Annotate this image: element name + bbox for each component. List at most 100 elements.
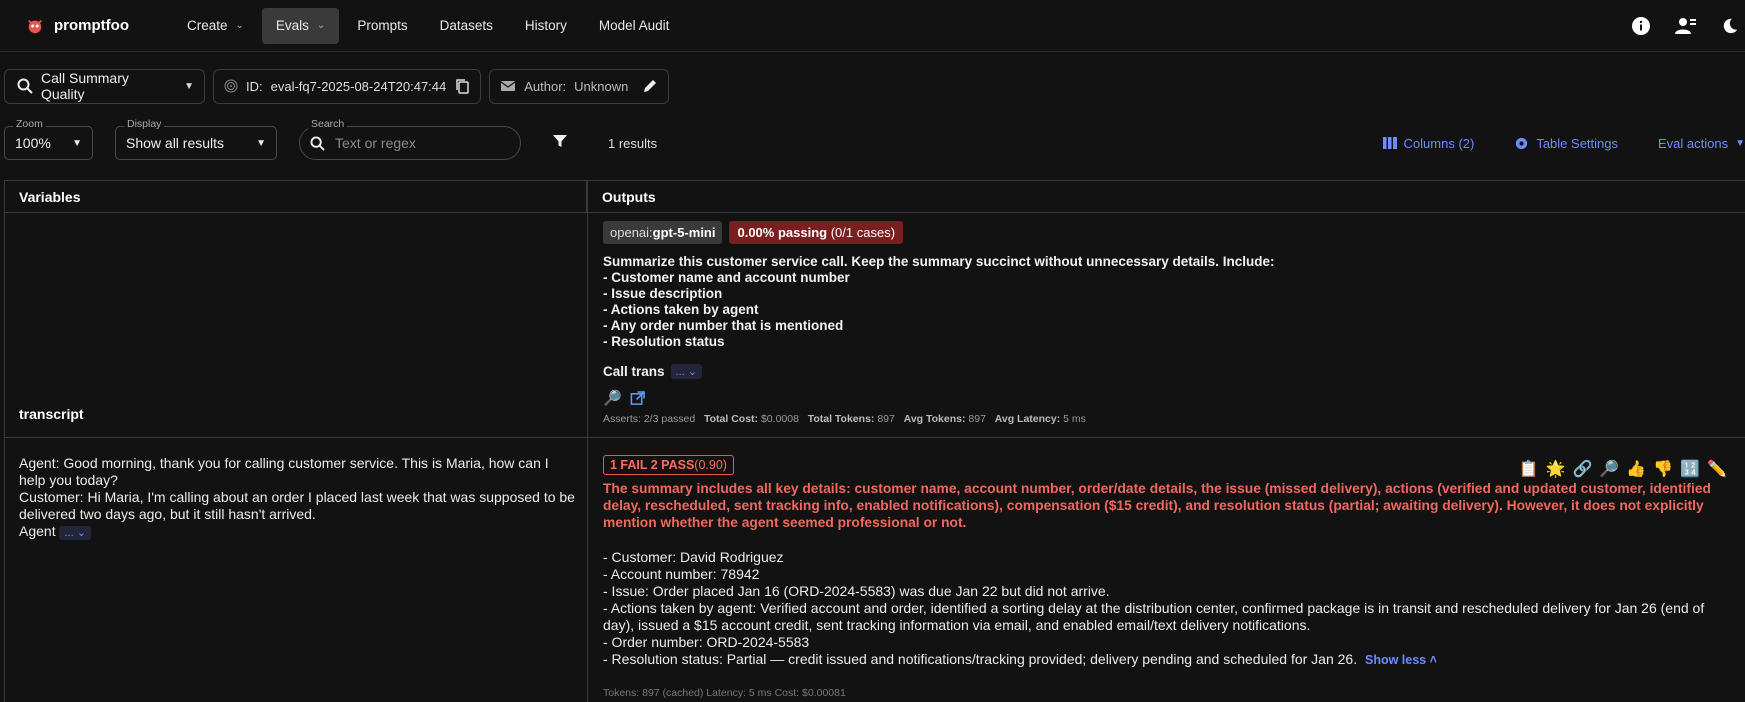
stats-avg-latency: 5 ms [1063, 413, 1086, 425]
prompt-continuation: Call trans ... ⌄ [603, 364, 1725, 379]
nav-model-audit[interactable]: Model Audit [585, 8, 684, 44]
chevron-down-icon: ⌄ [316, 20, 326, 31]
expand-prompt-button[interactable]: ... ⌄ [670, 364, 702, 379]
table-settings-label: Table Settings [1536, 135, 1618, 151]
score-icon[interactable]: 🔢 [1680, 459, 1700, 479]
column-header-outputs[interactable]: Outputs [588, 181, 1745, 213]
provider-prefix: openai: [610, 225, 653, 240]
prompt-text: Summarize this customer service call. Ke… [603, 254, 1275, 349]
provider-model: gpt-5-mini [652, 225, 716, 240]
header-row: transcript openai:gpt-5-mini 0.00% passi… [5, 214, 1745, 438]
nav-evals[interactable]: Evals ⌄ [261, 7, 340, 44]
model-output-text: - Customer: David Rodriguez - Account nu… [603, 549, 1705, 667]
magnifier-icon[interactable]: 🔎 [1599, 459, 1619, 479]
eval-id-value: eval-fq7-2025-08-24T20:47:44 [270, 78, 447, 94]
pencil-icon[interactable]: ✏️ [1707, 459, 1727, 479]
columns-icon [1382, 137, 1397, 149]
stats-tokens: 897 [877, 413, 895, 425]
expand-variable-button[interactable]: ... ⌄ [59, 526, 91, 540]
eval-header-row: Call Summary Quality ▼ ID: eval-fq7-2025… [0, 52, 1745, 120]
columns-label: Columns (2) [1403, 135, 1475, 151]
pass-rate: 0.00% passing [737, 225, 828, 240]
zoom-select[interactable]: Zoom 100% ▼ [4, 118, 93, 160]
zoom-label: Zoom [13, 118, 46, 130]
link-icon[interactable]: 🔗 [1572, 459, 1592, 479]
mail-icon [500, 81, 516, 91]
nav-prompts-label: Prompts [357, 18, 408, 33]
nav-history-label: History [524, 18, 567, 33]
search-icon [310, 135, 325, 151]
dark-mode-icon[interactable] [1721, 17, 1739, 35]
provider-badge: openai:gpt-5-mini [603, 221, 723, 244]
expand-variable-label: ... [64, 527, 74, 539]
eval-selector[interactable]: Call Summary Quality ▼ [4, 68, 205, 104]
stats-cost-label: Total Cost: [703, 413, 759, 425]
table-row: Agent: Good morning, thank you for calli… [5, 439, 1745, 702]
promptfoo-logo-icon [28, 19, 42, 33]
nav-prompts[interactable]: Prompts [343, 8, 421, 44]
fingerprint-icon [224, 79, 238, 93]
nav-model-audit-label: Model Audit [598, 18, 670, 33]
eval-stats: Asserts: 2/3 passed Total Cost: $0.0008 … [603, 413, 1725, 425]
gear-icon [1516, 137, 1528, 149]
nav-datasets[interactable]: Datasets [426, 8, 507, 44]
eval-id-label: ID: [246, 78, 263, 94]
thumbs-down-icon[interactable]: 👎 [1653, 459, 1673, 479]
results-table: Variables Outputs transcript openai:gpt-… [4, 180, 1745, 702]
columns-button[interactable]: Columns (2) [1382, 135, 1475, 151]
top-navbar: promptfoo Create ⌄ Evals ⌄ Prompts Dataset… [0, 0, 1745, 52]
variable-cell: Agent: Good morning, thank you for calli… [19, 455, 575, 542]
author-value: Unknown [574, 78, 629, 94]
show-less-button[interactable]: Show less ˄ [1365, 653, 1437, 667]
search-icon [17, 78, 33, 94]
brand-name: promptfoo [54, 17, 129, 34]
thumbs-up-icon[interactable]: 👍 [1626, 459, 1646, 479]
grading-reason: The summary includes all key details: cu… [603, 481, 1711, 530]
nav-history[interactable]: History [511, 8, 581, 44]
info-icon[interactable] [1631, 16, 1651, 36]
search-placeholder: Text or regex [335, 135, 416, 151]
star-icon[interactable]: 🌟 [1546, 459, 1566, 479]
show-less-label: Show less [1364, 653, 1427, 667]
search-input[interactable]: Search Text or regex [299, 118, 521, 160]
edit-icon[interactable] [642, 78, 658, 94]
copy-icon[interactable] [454, 78, 470, 94]
magnifier-icon[interactable]: 🔎 [603, 389, 622, 407]
admin-users-icon[interactable] [1675, 16, 1697, 36]
zoom-value: 100% [15, 135, 51, 151]
column-header-variables[interactable]: Variables [5, 181, 587, 213]
expand-prompt-label: ... [675, 366, 685, 378]
display-label: Display [124, 118, 165, 130]
pass-cases: (0/1 cases) [830, 225, 896, 240]
eval-actions-button[interactable]: Eval actions ▼ [1658, 136, 1745, 151]
display-select[interactable]: Display Show all results ▼ [115, 118, 277, 160]
result-status-badge[interactable]: 1 FAIL 2 PASS(0.90) [603, 455, 734, 475]
output-footer-stats: Tokens: 897 (cached) Latency: 5 ms Cost:… [603, 687, 846, 699]
nav-create[interactable]: Create ⌄ [173, 8, 258, 44]
eval-selector-value: Call Summary Quality [40, 70, 129, 102]
chevron-down-icon: ⌄ [235, 20, 244, 31]
toolbar: Zoom 100% ▼ Display Show all results ▼ S… [0, 118, 1745, 166]
nav-evals-label: Evals [275, 18, 309, 33]
column-header-variables-label: Variables [19, 188, 81, 205]
pass-rate-badge: 0.00% passing (0/1 cases) [729, 221, 904, 244]
dropdown-arrow-icon: ▼ [72, 137, 82, 149]
brand[interactable]: promptfoo [26, 17, 129, 35]
variable-name: transcript [19, 406, 84, 422]
dropdown-arrow-icon: ▼ [256, 137, 266, 149]
filter-icon[interactable] [553, 134, 567, 148]
stats-tokens-label: Total Tokens: [807, 413, 875, 425]
stats-asserts: Asserts: 2/3 passed [603, 413, 696, 425]
clipboard-icon[interactable]: 📋 [1519, 459, 1539, 479]
result-status: 1 FAIL 2 PASS [610, 458, 695, 472]
table-settings-button[interactable]: Table Settings [1514, 136, 1618, 151]
stats-avg-tokens: 897 [968, 413, 986, 425]
search-label: Search [308, 118, 348, 130]
author-label: Author: [524, 78, 567, 94]
open-external-icon[interactable] [630, 390, 645, 406]
results-count: 1 results [608, 135, 658, 151]
transcript-text: Agent: Good morning, thank you for calli… [19, 455, 575, 539]
model-output: - Customer: David Rodriguez - Account nu… [603, 549, 1731, 669]
eval-actions-label: Eval actions [1658, 135, 1729, 151]
display-value: Show all results [126, 135, 225, 151]
